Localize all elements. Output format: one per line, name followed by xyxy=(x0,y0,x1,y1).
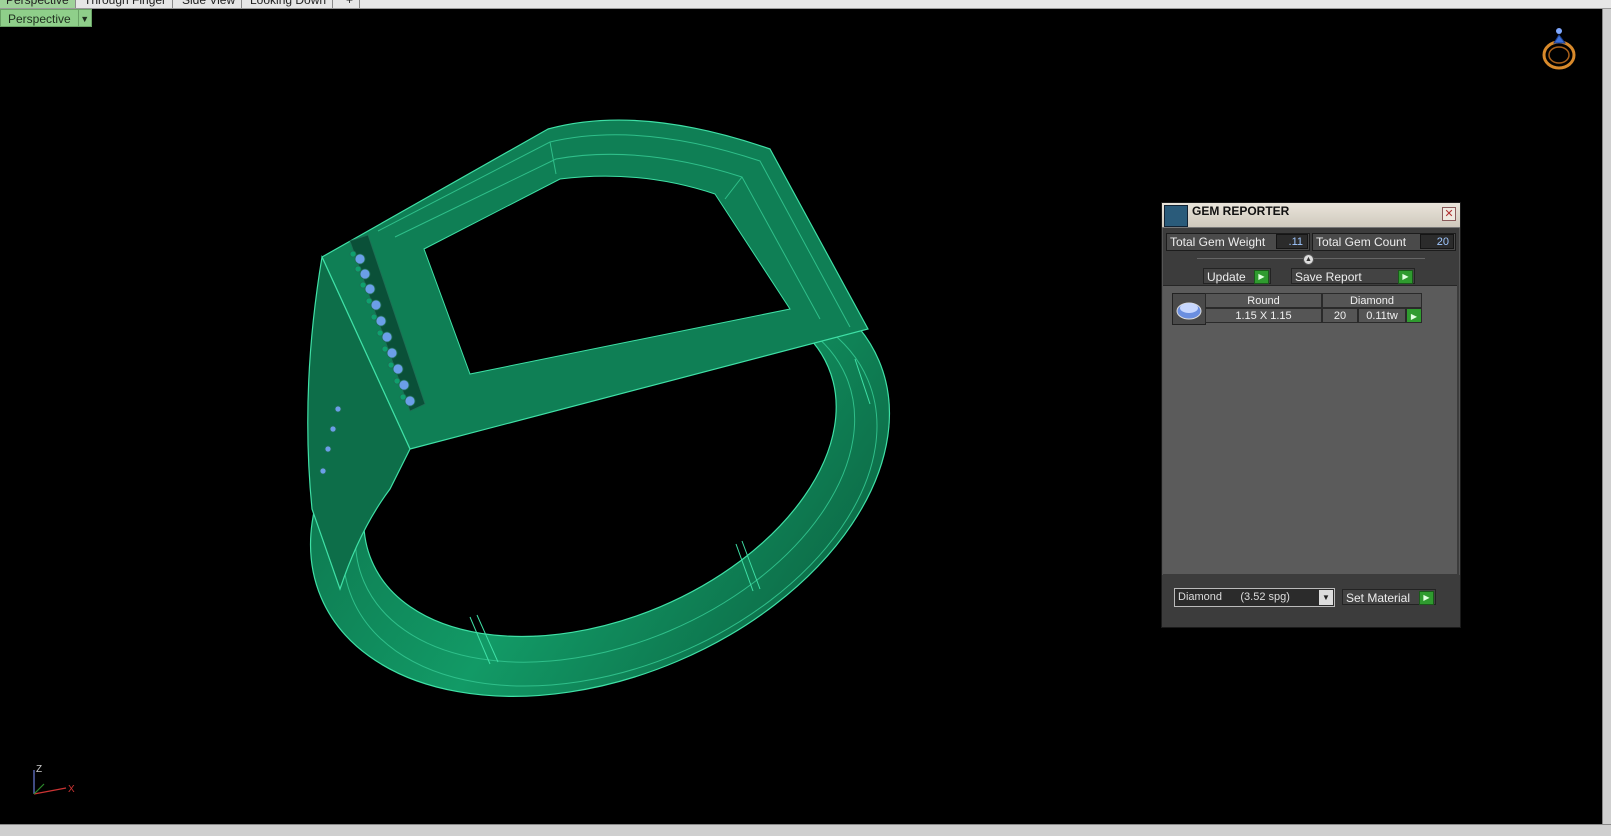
total-count-label: Total Gem Count xyxy=(1316,235,1407,249)
round-gem-icon xyxy=(1172,293,1206,325)
tab-through-finger[interactable]: Through Finger xyxy=(78,0,174,8)
play-icon: ▶ xyxy=(1419,591,1434,605)
gem-count-cell: 20 xyxy=(1322,308,1358,323)
gem-shape-cell: Round xyxy=(1205,293,1322,308)
tab-side-view[interactable]: Side View xyxy=(176,0,243,8)
window-right-edge xyxy=(1602,9,1611,835)
tab-looking-down[interactable]: Looking Down xyxy=(244,0,334,8)
total-count-value: 20 xyxy=(1420,234,1454,249)
tab-add[interactable]: + xyxy=(340,0,361,8)
tab-perspective[interactable]: Perspective xyxy=(0,0,76,8)
gem-reporter-titlebar[interactable]: GEM REPORTER ✕ xyxy=(1162,203,1460,228)
gem-reporter-title: GEM REPORTER xyxy=(1192,204,1290,218)
total-weight-group: Total Gem Weight .11 xyxy=(1166,233,1310,251)
gem-weight-cell: 0.11tw xyxy=(1358,308,1406,323)
update-button[interactable]: Update ▶ xyxy=(1203,268,1271,284)
material-select[interactable]: Diamond (3.52 spg) ▼ xyxy=(1174,588,1335,607)
play-icon: ▶ xyxy=(1398,270,1413,284)
material-select-value: Diamond (3.52 spg) xyxy=(1178,591,1290,603)
close-icon[interactable]: ✕ xyxy=(1442,207,1456,221)
x-axis-label: X xyxy=(68,784,75,795)
set-material-button-label: Set Material xyxy=(1346,591,1411,605)
material-bar: Diamond (3.52 spg) ▼ Set Material ▶ xyxy=(1162,575,1460,627)
total-weight-label: Total Gem Weight xyxy=(1170,235,1266,249)
update-button-label: Update xyxy=(1207,270,1246,284)
chevron-down-icon[interactable]: ▼ xyxy=(1319,590,1333,605)
save-report-button[interactable]: Save Report ▶ xyxy=(1291,268,1415,284)
save-report-button-label: Save Report xyxy=(1295,270,1362,284)
total-count-group: Total Gem Count 20 xyxy=(1312,233,1456,251)
z-axis-label: Z xyxy=(36,764,42,775)
axis-gizmo: Z X xyxy=(33,764,75,795)
gem-reporter-panel: GEM REPORTER ✕ Total Gem Weight .11 Tota… xyxy=(1161,202,1461,628)
gem-row-select-button[interactable]: ▶ xyxy=(1406,308,1422,323)
ring-logo-icon xyxy=(1542,28,1576,70)
gem-material-cell: Diamond xyxy=(1322,293,1422,308)
gem-size-cell: 1.15 X 1.15 xyxy=(1205,308,1322,323)
collapse-handle[interactable]: ▲ xyxy=(1303,254,1314,265)
window-bottom-edge xyxy=(0,824,1611,836)
gem-list: Round Diamond 1.15 X 1.15 20 0.11tw ▶ xyxy=(1163,285,1457,574)
play-icon: ▶ xyxy=(1254,270,1269,284)
gem-reporter-logo-icon xyxy=(1164,205,1188,227)
set-material-button[interactable]: Set Material ▶ xyxy=(1342,589,1436,605)
view-tabstrip: Perspective Through Finger Side View Loo… xyxy=(0,0,1611,9)
total-weight-value: .11 xyxy=(1276,234,1308,249)
3d-viewport[interactable]: Perspective ▼ Z X GEM REPORTER ✕ Total G… xyxy=(0,9,1602,824)
